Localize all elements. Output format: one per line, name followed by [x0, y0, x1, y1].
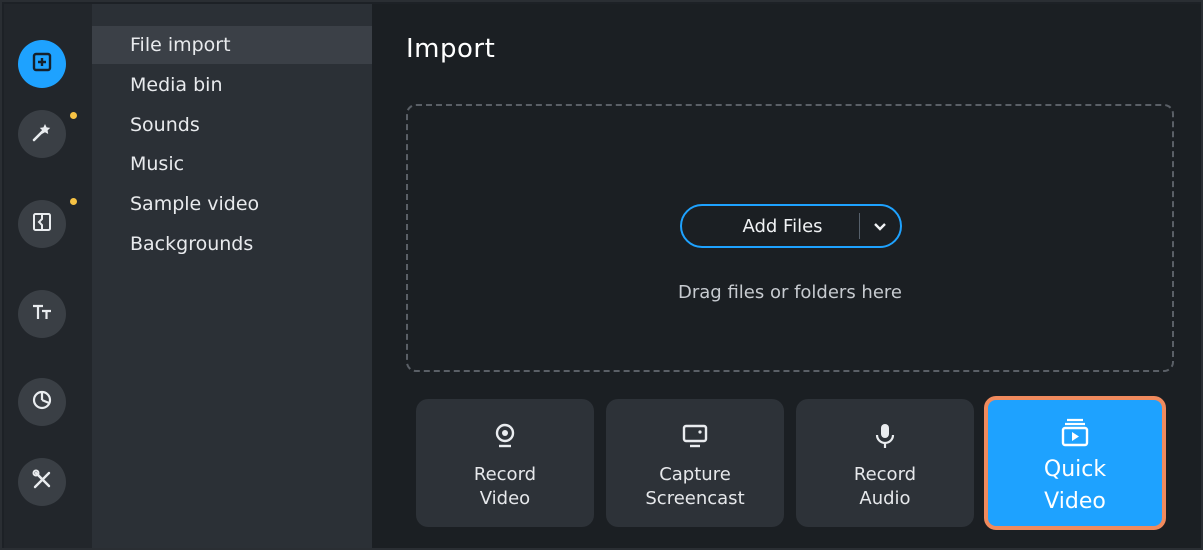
record-audio-button[interactable]: Record Audio: [796, 399, 974, 527]
monitor-icon: [681, 421, 709, 451]
stickers-icon: [30, 388, 54, 416]
import-submenu: File import Media bin Sounds Music Sampl…: [92, 4, 372, 548]
rail-button-stickers[interactable]: [18, 378, 66, 426]
add-files-button[interactable]: Add Files: [680, 204, 902, 248]
drag-hint-text: Drag files or folders here: [678, 282, 902, 303]
submenu-item-file-import[interactable]: File import: [92, 26, 372, 64]
import-panel: Import Add Files Drag files or folders h…: [372, 4, 1201, 548]
rail-button-tools[interactable]: [18, 458, 66, 506]
tool-rail: [4, 4, 92, 548]
file-drop-zone[interactable]: Add Files Drag files or folders here: [406, 104, 1174, 372]
tile-label-line2: Screencast: [645, 488, 745, 509]
transitions-icon: [30, 210, 54, 238]
rail-button-import[interactable]: [18, 40, 66, 88]
rail-button-filters[interactable]: [18, 110, 66, 158]
add-files-label: Add Files: [742, 215, 823, 237]
notification-dot: [70, 112, 77, 119]
import-icon: [30, 50, 54, 78]
tile-label-line2: Video: [1044, 489, 1106, 514]
page-title: Import: [406, 34, 496, 64]
submenu-item-backgrounds[interactable]: Backgrounds: [92, 225, 372, 263]
titles-icon: [30, 300, 54, 328]
tools-icon: [30, 468, 54, 496]
tile-label-line1: Record: [473, 464, 537, 485]
tile-label-line1: Capture: [659, 464, 731, 485]
magic-wand-icon: [30, 120, 54, 148]
notification-dot: [70, 198, 77, 205]
tile-label-line2: Audio: [859, 488, 911, 509]
submenu-item-music[interactable]: Music: [92, 145, 372, 183]
tile-label-line1: Record: [853, 464, 917, 485]
rail-button-titles[interactable]: [18, 290, 66, 338]
submenu-item-sample-video[interactable]: Sample video: [92, 185, 372, 223]
quick-video-icon: [1060, 418, 1090, 448]
record-video-button[interactable]: Record Video: [416, 399, 594, 527]
submenu-item-sounds[interactable]: Sounds: [92, 106, 372, 144]
add-files-dropdown[interactable]: [860, 206, 900, 246]
webcam-icon: [493, 421, 517, 451]
tile-label-line2: Video: [479, 488, 531, 509]
rail-button-transitions[interactable]: [18, 200, 66, 248]
quick-video-button[interactable]: Quick Video: [984, 396, 1166, 530]
submenu-item-media-bin[interactable]: Media bin: [92, 66, 372, 104]
tile-label-line1: Quick: [1043, 457, 1107, 482]
chevron-down-icon: [873, 217, 887, 236]
capture-screencast-button[interactable]: Capture Screencast: [606, 399, 784, 527]
microphone-icon: [874, 421, 896, 451]
app-window: File import Media bin Sounds Music Sampl…: [0, 0, 1203, 550]
